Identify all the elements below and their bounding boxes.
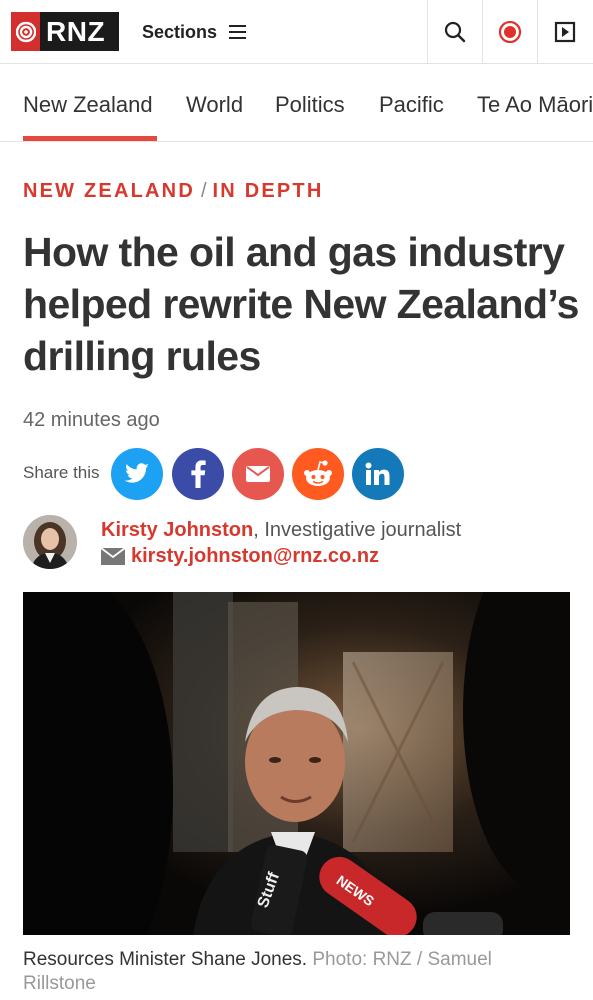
- envelope-icon: [101, 548, 125, 565]
- active-tab-indicator: [23, 136, 157, 141]
- nav-item-te-ao-maori[interactable]: Te Ao Māori: [477, 92, 593, 118]
- site-header: RNZ Sections: [0, 0, 593, 64]
- author-name-link[interactable]: Kirsty Johnston: [101, 519, 253, 541]
- article-timestamp: 42 minutes ago: [23, 409, 160, 431]
- author-avatar[interactable]: [23, 515, 77, 569]
- linkedin-icon: [365, 462, 390, 485]
- play-icon: [554, 21, 576, 43]
- caption-text: Resources Minister Shane Jones.: [23, 949, 308, 970]
- article-photo: Stuff NEWS: [23, 592, 570, 935]
- search-icon: [444, 21, 466, 43]
- kicker-section-link[interactable]: NEW ZEALAND: [23, 180, 195, 202]
- share-label: Share this: [23, 463, 100, 482]
- share-twitter-button[interactable]: [111, 448, 163, 500]
- rnz-logo[interactable]: RNZ: [11, 12, 119, 51]
- nav-item-new-zealand[interactable]: New Zealand: [23, 92, 153, 118]
- sections-label: Sections: [142, 21, 218, 42]
- share-linkedin-button[interactable]: [352, 448, 404, 500]
- video-button[interactable]: [537, 0, 592, 64]
- author-email-row: kirsty.johnston@rnz.co.nz: [101, 545, 379, 568]
- section-nav: New Zealand World Politics Pacific Te Ao…: [0, 64, 593, 142]
- author-byline: Kirsty Johnston, Investigative journalis…: [101, 519, 461, 542]
- article-kicker: NEW ZEALAND / IN DEPTH: [23, 180, 323, 203]
- kicker-in-depth-link[interactable]: IN DEPTH: [213, 180, 324, 202]
- facebook-icon: [191, 460, 206, 488]
- live-radio-icon: [498, 20, 522, 44]
- share-email-button[interactable]: [232, 448, 284, 500]
- search-button[interactable]: [427, 0, 482, 64]
- reddit-icon: [304, 460, 332, 486]
- twitter-icon: [124, 463, 149, 483]
- logo-text: RNZ: [46, 15, 106, 47]
- author-role: , Investigative journalist: [253, 519, 462, 541]
- nav-item-pacific[interactable]: Pacific: [379, 92, 444, 118]
- share-reddit-button[interactable]: [292, 448, 344, 500]
- photo-caption: Resources Minister Shane Jones. Photo: R…: [23, 948, 563, 996]
- article-headline: How the oil and gas industry helped rewr…: [23, 229, 579, 379]
- kicker-separator: /: [200, 180, 207, 202]
- nav-item-politics[interactable]: Politics: [275, 92, 345, 118]
- nav-item-world[interactable]: World: [186, 92, 243, 118]
- email-icon: [246, 466, 270, 482]
- author-email-link[interactable]: kirsty.johnston@rnz.co.nz: [131, 545, 379, 568]
- sections-menu-button[interactable]: Sections: [142, 20, 247, 44]
- live-radio-button[interactable]: [482, 0, 537, 64]
- radio-waves-icon: [11, 12, 40, 51]
- hamburger-icon: [229, 25, 247, 39]
- share-facebook-button[interactable]: [172, 448, 224, 500]
